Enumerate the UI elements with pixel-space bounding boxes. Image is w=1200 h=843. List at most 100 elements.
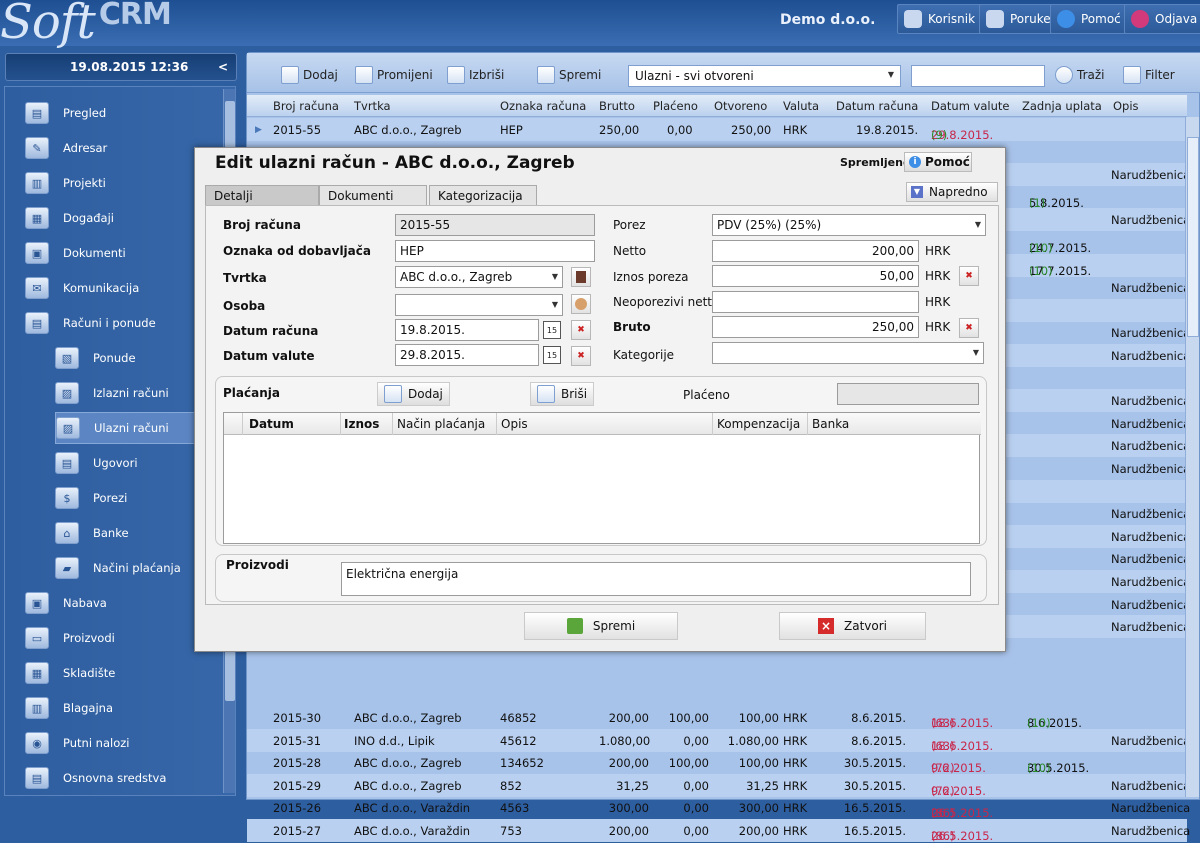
edit-invoice-dialog: Edit ulazni račun - ABC d.o.o., Zagreb S…: [194, 147, 1006, 652]
help-button[interactable]: Pomoć: [1050, 4, 1128, 34]
column-header[interactable]: Iznos: [344, 417, 379, 431]
invoice-number-field[interactable]: 2015-55: [395, 214, 595, 236]
column-header[interactable]: Datum računa: [836, 99, 918, 113]
sidebar-item-8[interactable]: ▨ Izlazni računi: [55, 377, 215, 409]
table-row[interactable]: 2015-28 ABC d.o.o., Zagreb 134652 200,00 100…: [247, 751, 1187, 775]
sidebar-item-1[interactable]: ✎ Adresar: [25, 132, 215, 164]
dialog-close-button[interactable]: × Zatvori: [779, 612, 926, 640]
sidebar-item-9[interactable]: ▨ Ulazni računi: [55, 412, 215, 444]
table-row[interactable]: ▶ 2015-55 ABC d.o.o., Zagreb HEP 250,00 …: [247, 118, 1187, 142]
column-header[interactable]: Način plaćanja: [397, 417, 485, 431]
projects-icon: ▥: [25, 172, 49, 194]
sidebar-item-3[interactable]: ▦ Događaji: [25, 202, 215, 234]
clear-icon: ✖: [577, 351, 585, 361]
user-button[interactable]: Korisnik: [897, 4, 983, 34]
column-header[interactable]: Plaćeno: [653, 99, 698, 113]
travel-orders-icon: ◉: [25, 732, 49, 754]
column-header[interactable]: Opis: [1113, 99, 1139, 113]
invoice-date-field[interactable]: 19.8.2015.: [395, 319, 539, 341]
advanced-button[interactable]: ▼ Napredno: [906, 182, 998, 202]
column-header[interactable]: Oznaka računa: [500, 99, 586, 113]
save-button[interactable]: Spremi: [537, 63, 601, 87]
collapse-sidebar-button[interactable]: <: [218, 60, 228, 74]
clear-date-button[interactable]: ✖: [571, 346, 591, 366]
person-icon: [575, 298, 587, 310]
column-header[interactable]: Opis: [501, 417, 528, 431]
column-header[interactable]: Otvoreno: [714, 99, 767, 113]
close-icon: ×: [818, 618, 834, 634]
categories-select[interactable]: ▼: [712, 342, 984, 364]
tab-categorization[interactable]: Kategorizacija: [429, 185, 537, 206]
sidebar-item-12[interactable]: ⌂ Banke: [55, 517, 215, 549]
tax-label: Porez: [613, 218, 646, 232]
column-header[interactable]: Datum: [249, 417, 294, 431]
sidebar-item-6[interactable]: ▤ Računi i ponude: [25, 307, 215, 339]
outgoing-invoice-icon: ▨: [55, 382, 79, 404]
sidebar-item-11[interactable]: $ Porezi: [55, 482, 215, 514]
filter-button[interactable]: Filter: [1123, 63, 1175, 87]
sidebar-item-17[interactable]: ▥ Blagajna: [25, 692, 215, 724]
table-row[interactable]: 2015-27 ABC d.o.o., Varaždin 753 200,00 0,00…: [247, 819, 1190, 843]
sidebar-item-5[interactable]: ✉ Komunikacija: [25, 272, 215, 304]
modify-button[interactable]: Promijeni: [355, 63, 433, 87]
address-book-button[interactable]: [571, 267, 591, 287]
tax-amount-field[interactable]: 50,00: [712, 265, 919, 287]
column-header[interactable]: Datum valute: [931, 99, 1009, 113]
person-button[interactable]: [571, 294, 591, 314]
sidebar-item-label: Banke: [93, 526, 129, 540]
messages-button[interactable]: Poruke: [979, 4, 1058, 34]
add-payment-button[interactable]: Dodaj: [377, 382, 450, 406]
dialog-save-button[interactable]: Spremi: [524, 612, 678, 640]
search-input[interactable]: [911, 65, 1045, 87]
sidebar-item-0[interactable]: ▤ Pregled: [25, 97, 215, 129]
column-header[interactable]: Zadnja uplata: [1022, 99, 1102, 113]
column-header[interactable]: Tvrtka: [354, 99, 391, 113]
procurement-icon: ▣: [25, 592, 49, 614]
products-textarea[interactable]: Električna energija: [341, 562, 971, 596]
clear-date-button[interactable]: ✖: [571, 320, 591, 340]
add-button[interactable]: Dodaj: [281, 63, 338, 87]
grid-scrollbar[interactable]: [1185, 117, 1199, 797]
search-button[interactable]: Traži: [1055, 63, 1105, 87]
filter-select[interactable]: Ulazni - svi otvoreni ▼: [628, 65, 901, 87]
column-header[interactable]: Brutto: [599, 99, 635, 113]
column-header[interactable]: Broj računa: [273, 99, 339, 113]
sidebar-item-15[interactable]: ▭ Proizvodi: [25, 622, 215, 654]
column-header[interactable]: Banka: [812, 417, 849, 431]
currency-label: HRK: [925, 295, 951, 309]
untaxed-net-field[interactable]: [712, 291, 919, 313]
company-select[interactable]: ABC d.o.o., Zagreb ▼: [395, 266, 563, 288]
calendar-icon[interactable]: 15: [543, 346, 561, 364]
sidebar-item-2[interactable]: ▥ Projekti: [25, 167, 215, 199]
column-header[interactable]: Kompenzacija: [717, 417, 800, 431]
net-field[interactable]: 200,00: [712, 240, 919, 262]
calendar-icon[interactable]: 15: [543, 321, 561, 339]
recalculate-gross-button[interactable]: ✖: [959, 318, 979, 338]
dialog-help-button[interactable]: i Pomoć: [904, 152, 972, 172]
tab-details[interactable]: Detalji: [205, 185, 319, 206]
supplier-mark-field[interactable]: HEP: [395, 240, 595, 262]
sidebar-item-16[interactable]: ▦ Skladište: [25, 657, 215, 689]
delete-payment-button[interactable]: Briši: [530, 382, 595, 406]
table-row[interactable]: 2015-31 INO d.d., Lipik 45612 1.080,00 0,00 1…: [247, 728, 1190, 753]
sidebar-item-14[interactable]: ▣ Nabava: [25, 587, 215, 619]
table-row[interactable]: 2015-29 ABC d.o.o., Zagreb 852 31,25 0,00 31,…: [247, 773, 1190, 798]
recalculate-tax-button[interactable]: ✖: [959, 266, 979, 286]
sidebar-item-13[interactable]: ▰ Načini plaćanja: [55, 552, 215, 584]
column-header[interactable]: Valuta: [783, 99, 819, 113]
row-pointer-icon: ▶: [255, 125, 262, 135]
tab-documents[interactable]: Dokumenti: [319, 185, 427, 206]
sidebar-item-label: Načini plaćanja: [93, 561, 181, 575]
sidebar-item-10[interactable]: ▤ Ugovori: [55, 447, 215, 479]
sidebar-item-4[interactable]: ▣ Dokumenti: [25, 237, 215, 269]
due-date-field[interactable]: 29.8.2015.: [395, 344, 539, 366]
delete-button[interactable]: Izbriši: [447, 63, 504, 87]
sidebar-item-7[interactable]: ▧ Ponude: [55, 342, 215, 374]
table-row[interactable]: 2015-30 ABC d.o.o., Zagreb 46852 200,00 100,…: [247, 706, 1187, 730]
person-select[interactable]: ▼: [395, 294, 563, 316]
sidebar-item-19[interactable]: ▤ Osnovna sredstva: [25, 762, 215, 794]
logout-button[interactable]: Odjava: [1124, 4, 1200, 34]
gross-field[interactable]: 250,00: [712, 316, 919, 338]
tax-select[interactable]: PDV (25%) (25%) ▼: [712, 214, 986, 236]
sidebar-item-18[interactable]: ◉ Putni nalozi: [25, 727, 215, 759]
